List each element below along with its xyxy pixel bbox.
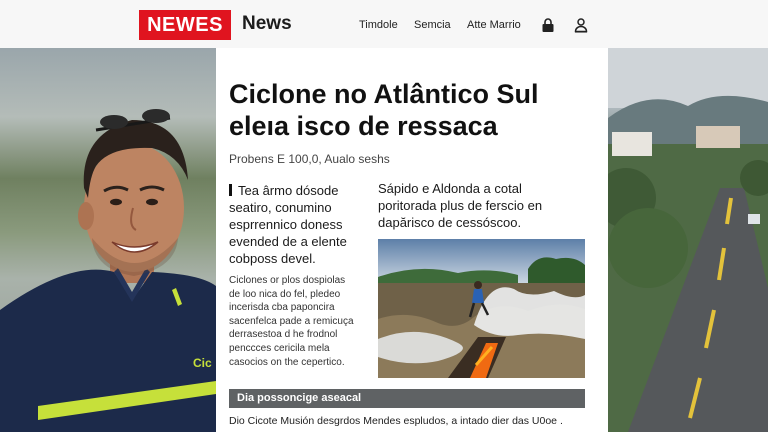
body-line: sacenfelca pade a remicuça — [229, 315, 354, 327]
lock-icon[interactable] — [540, 17, 556, 33]
body-line: incerisda cba paponcira — [229, 302, 335, 314]
nav-item-2[interactable]: Semcia — [414, 19, 451, 31]
lead-line: Tea ârmo dósode — [238, 183, 339, 198]
headline-line-1: Ciclone no Atlântico Sul — [229, 79, 539, 109]
brand-logo-word[interactable]: News — [242, 13, 292, 35]
body-line: casocios on the cepertico. — [229, 356, 345, 368]
side-line: dapăriscο de cessóscοo. — [378, 215, 522, 230]
body-line: de loo nica do fel, pledeo — [229, 288, 341, 300]
lead-line: esprrennico doness — [229, 217, 343, 232]
lead-line: evended de a elente — [229, 234, 347, 249]
article-headline[interactable]: Ciclone no Atlântico Sul eleıa isco de r… — [229, 78, 599, 142]
storm-surf-photo[interactable] — [378, 239, 585, 378]
photo-caption-bar: Dia possoncige aseacal — [229, 389, 585, 408]
side-line: Sápido e Aldonda a cotal — [378, 181, 522, 196]
person-portrait — [0, 109, 216, 432]
body-line: derrasestoa d he frodnol — [229, 329, 338, 341]
article-lead: Tea ârmo dósode seatiro, conumino esprre… — [229, 182, 374, 267]
article-footer-line: Dio Cicote Musión desgrdos Mendes esplud… — [229, 415, 563, 427]
headline-line-2: eleıa isco de ressaca — [229, 111, 498, 141]
top-navigation-bar: NEWES News Timdole Semcia Atte Marrio — [0, 0, 768, 49]
article-side-text: Sápido e Aldonda a cotal poritorada plus… — [378, 180, 578, 231]
article-body: Ciclones or plos dospiolas de loo nica d… — [229, 274, 377, 369]
right-background-road-photo — [608, 48, 768, 432]
body-line: Ciclones or plos dospiolas — [229, 275, 346, 286]
body-line: penccces cericila mela — [229, 342, 330, 354]
side-line: poritorada plus de ferscio en — [378, 198, 543, 213]
lead-line: cobposs devel. — [229, 251, 316, 266]
lead-marker — [229, 184, 232, 196]
nav-item-3[interactable]: Atte Marrio — [467, 19, 521, 31]
brand-logo-box[interactable]: NEWES — [139, 10, 231, 40]
user-icon[interactable] — [573, 17, 589, 33]
nav-item-1[interactable]: Timdole — [359, 19, 398, 31]
shirt-logo-text: Cic — [193, 356, 212, 370]
lead-line: seatiro, conumino — [229, 200, 332, 215]
article-panel: Ciclone no Atlântico Sul eleıa isco de r… — [216, 48, 608, 432]
article-byline: Probens E 100,0, Aualo seshs — [229, 152, 390, 166]
